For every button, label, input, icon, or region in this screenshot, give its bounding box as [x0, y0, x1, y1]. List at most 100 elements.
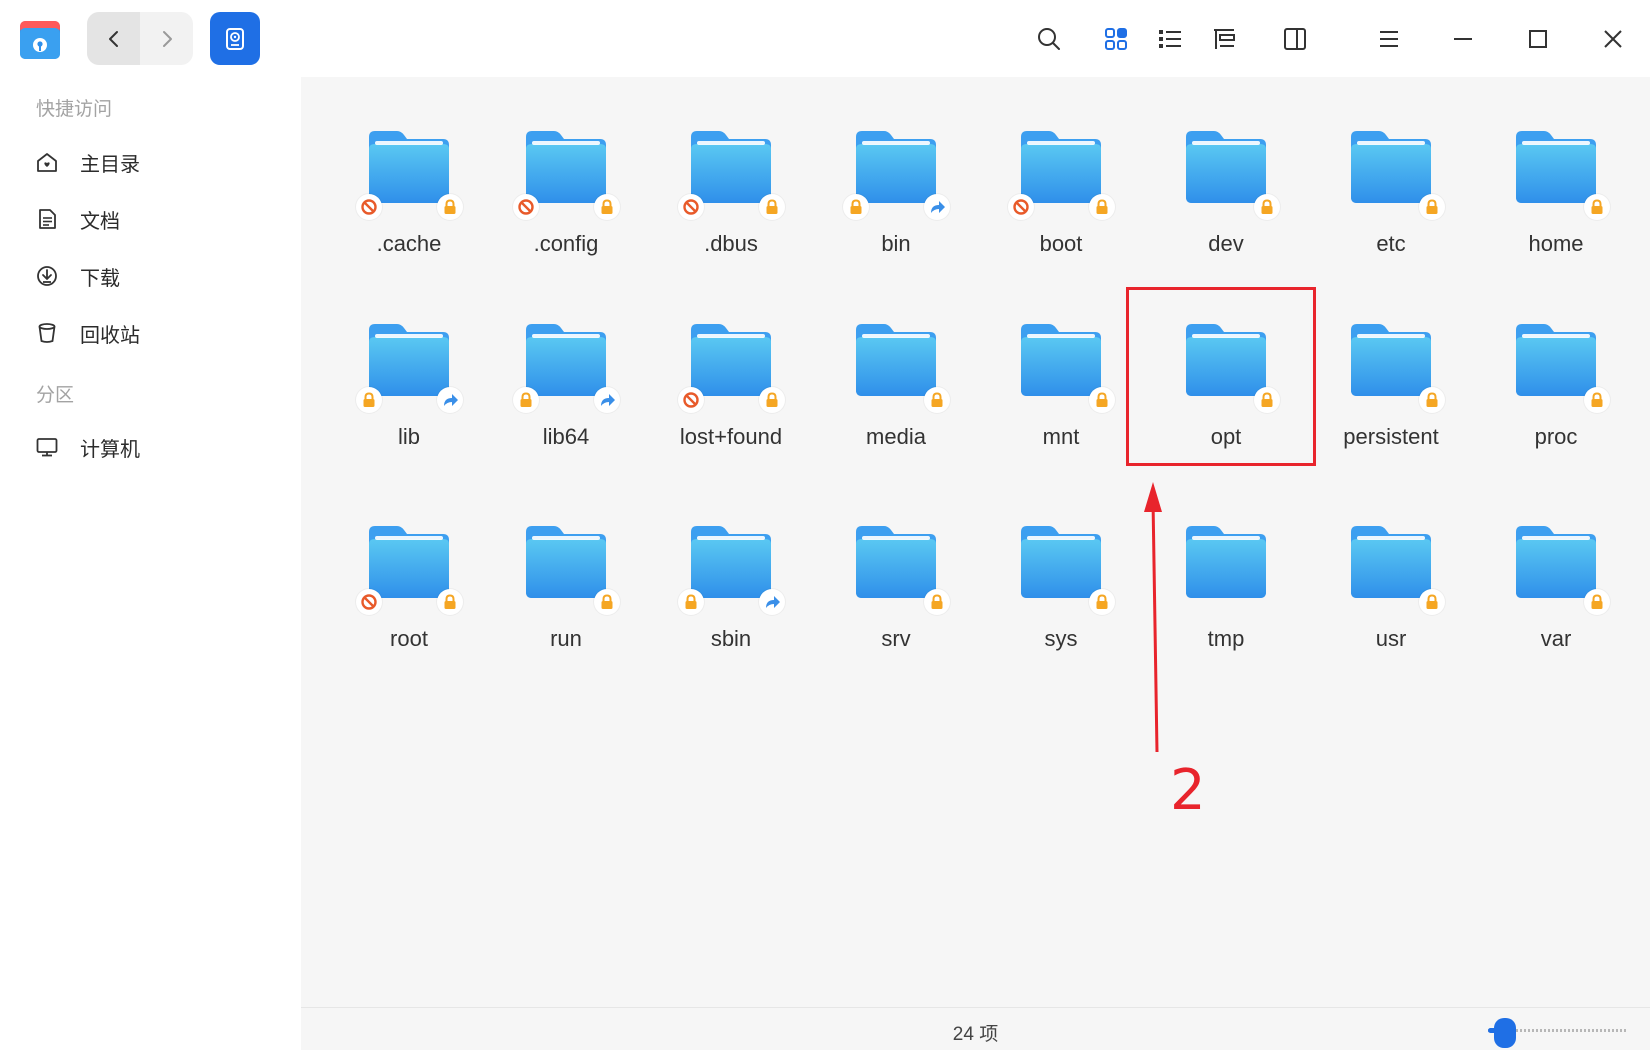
- location-button[interactable]: [210, 12, 260, 65]
- maximize-icon: [1529, 30, 1547, 48]
- sidebar: 快捷访问 主目录 文档 下载 回收站 分区 计算机: [0, 77, 301, 1050]
- folder-item[interactable]: srv: [826, 522, 966, 682]
- lock-icon: [1419, 589, 1445, 615]
- lock-icon: [437, 589, 463, 615]
- folder-item[interactable]: mnt: [991, 320, 1131, 480]
- lock-icon: [1254, 194, 1280, 220]
- navigation-buttons: [87, 12, 193, 65]
- close-button[interactable]: [1593, 19, 1633, 59]
- main-menu-button[interactable]: [1369, 19, 1409, 59]
- status-bar: 24 项: [301, 1007, 1650, 1050]
- folder-item[interactable]: .cache: [339, 127, 479, 287]
- folder-item[interactable]: lib: [339, 320, 479, 480]
- folder-item[interactable]: boot: [991, 127, 1131, 287]
- folder-icon: [526, 131, 606, 203]
- lock-icon: [513, 387, 539, 413]
- tree-view-icon: [1214, 29, 1235, 49]
- back-button[interactable]: [87, 12, 140, 65]
- no-access-icon: [513, 194, 539, 220]
- zoom-slider[interactable]: [1488, 1018, 1628, 1048]
- lock-icon: [924, 387, 950, 413]
- folder-icon: [369, 324, 449, 396]
- folder-item[interactable]: root: [339, 522, 479, 682]
- folder-item[interactable]: lost+found: [661, 320, 801, 480]
- folder-name: sbin: [710, 626, 752, 651]
- folder-name: lib: [397, 424, 420, 449]
- folder-icon: [369, 131, 449, 203]
- folder-name: media: [866, 424, 926, 449]
- folder-item[interactable]: persistent: [1321, 320, 1461, 480]
- file-grid: .cache .config .dbus bin boot dev etc ho…: [301, 77, 1650, 1007]
- search-icon: [1038, 28, 1060, 50]
- folder-icon: [1516, 131, 1596, 203]
- folder-name: usr: [1375, 626, 1407, 651]
- folder-item[interactable]: bin: [826, 127, 966, 287]
- list-view-button[interactable]: [1150, 19, 1190, 59]
- folder-item[interactable]: .config: [496, 127, 636, 287]
- folder-icon: [1021, 526, 1101, 598]
- lock-icon: [924, 589, 950, 615]
- no-access-icon: [678, 387, 704, 413]
- folder-name: mnt: [1042, 424, 1080, 449]
- sidebar-item-documents[interactable]: 文档: [20, 196, 288, 242]
- home-icon: [34, 149, 60, 175]
- folder-name: .config: [533, 231, 599, 256]
- folder-item[interactable]: home: [1486, 127, 1626, 287]
- search-button[interactable]: [1029, 19, 1069, 59]
- lock-icon: [437, 194, 463, 220]
- sidebar-item-downloads[interactable]: 下载: [20, 253, 288, 299]
- minimize-button[interactable]: [1443, 19, 1483, 59]
- folder-icon: [1021, 131, 1101, 203]
- sidebar-item-home[interactable]: 主目录: [20, 139, 288, 185]
- lock-icon: [356, 387, 382, 413]
- folder-item[interactable]: dev: [1156, 127, 1296, 287]
- folder-name: home: [1528, 231, 1584, 256]
- folder-item[interactable]: etc: [1321, 127, 1461, 287]
- folder-name: run: [550, 626, 582, 651]
- annotation-highlight-box: [1126, 287, 1316, 466]
- sidebar-item-label: 下载: [80, 267, 120, 290]
- zoom-slider-thumb[interactable]: [1493, 1018, 1516, 1048]
- folder-item[interactable]: .dbus: [661, 127, 801, 287]
- detail-panel-icon: [1284, 28, 1306, 50]
- folder-icon: [1351, 131, 1431, 203]
- folder-item[interactable]: media: [826, 320, 966, 480]
- forward-button[interactable]: [140, 12, 193, 65]
- tree-view-button[interactable]: [1204, 19, 1244, 59]
- folder-item[interactable]: lib64: [496, 320, 636, 480]
- detail-panel-button[interactable]: [1275, 19, 1315, 59]
- lock-icon: [1089, 387, 1115, 413]
- chevron-right-icon: [162, 30, 172, 47]
- annotation-arrow: [1144, 482, 1162, 753]
- folder-name: .cache: [376, 231, 442, 256]
- maximize-button[interactable]: [1518, 19, 1558, 59]
- folder-item[interactable]: run: [496, 522, 636, 682]
- folder-name: lib64: [542, 424, 590, 449]
- item-count: 24 项: [952, 1024, 999, 1045]
- folder-icon: [526, 526, 606, 598]
- folder-item[interactable]: var: [1486, 522, 1626, 682]
- lock-icon: [594, 194, 620, 220]
- lock-icon: [759, 194, 785, 220]
- folder-icon: [1351, 526, 1431, 598]
- folder-icon: [369, 526, 449, 598]
- folder-name: etc: [1376, 231, 1406, 256]
- folder-item[interactable]: usr: [1321, 522, 1461, 682]
- file-manager-icon[interactable]: [18, 15, 62, 61]
- lock-icon: [1419, 387, 1445, 413]
- icon-view-icon: [1105, 28, 1127, 50]
- lock-icon: [678, 589, 704, 615]
- lock-icon: [1419, 194, 1445, 220]
- sidebar-item-trash[interactable]: 回收站: [20, 310, 288, 356]
- folder-icon: [691, 324, 771, 396]
- chevron-left-icon: [108, 30, 118, 47]
- folder-item[interactable]: sbin: [661, 522, 801, 682]
- no-access-icon: [356, 194, 382, 220]
- folder-icon: [1516, 324, 1596, 396]
- system-disk-icon: [226, 27, 244, 50]
- icon-view-button[interactable]: [1096, 19, 1136, 59]
- sidebar-item-computer[interactable]: 计算机: [20, 424, 288, 470]
- folder-item[interactable]: proc: [1486, 320, 1626, 480]
- close-icon: [1604, 30, 1622, 48]
- folder-name: .dbus: [704, 231, 758, 256]
